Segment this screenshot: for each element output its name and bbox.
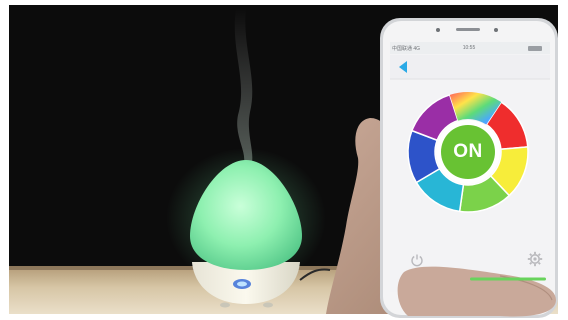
back-arrow-icon[interactable] <box>396 59 412 75</box>
power-icon[interactable] <box>410 253 424 267</box>
app-title <box>440 62 496 72</box>
status-bar-carrier: 中国联通 4G <box>392 46 421 52</box>
brightness-slider[interactable] <box>470 276 546 282</box>
gear-icon[interactable] <box>527 251 543 267</box>
status-bar-time: 10:55 <box>462 45 476 51</box>
power-button-label[interactable]: ON <box>437 137 499 167</box>
